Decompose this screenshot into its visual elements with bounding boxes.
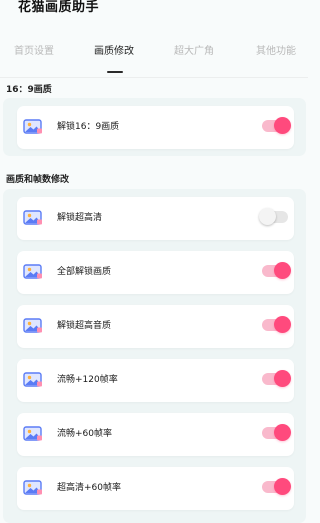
toggle-knob (274, 478, 291, 495)
tab-home-settings[interactable]: 首页设置 (14, 45, 54, 59)
toggle-switch[interactable] (262, 316, 291, 333)
toggle-switch[interactable] (262, 370, 291, 387)
setting-label: 流畅+120帧率 (57, 375, 118, 385)
tab-bar: 首页设置 画质修改 超大广角 其他功能 (0, 40, 308, 74)
section-title-quality-fps: 画质和帧数修改 (6, 175, 70, 185)
setting-label: 全部解锁画质 (57, 267, 112, 277)
toggle-switch[interactable] (262, 117, 291, 134)
setting-row-unlock-hq-audio[interactable]: 解锁超高音质 (17, 305, 294, 348)
image-icon (23, 317, 43, 335)
setting-row-unlock-uhd[interactable]: 解锁超高清 (17, 197, 294, 240)
setting-label: 流畅+60帧率 (57, 429, 112, 439)
toggle-knob (274, 370, 291, 387)
tab-other-functions[interactable]: 其他功能 (256, 45, 296, 59)
toggle-switch[interactable] (259, 208, 288, 225)
image-icon (23, 479, 43, 497)
image-icon (23, 371, 43, 389)
tab-divider (0, 77, 308, 78)
toggle-knob (274, 316, 291, 333)
image-icon (23, 209, 43, 227)
setting-row-unlock-all-quality[interactable]: 全部解锁画质 (17, 251, 294, 294)
toggle-switch[interactable] (262, 478, 291, 495)
toggle-knob (259, 208, 276, 225)
setting-row-smooth-60fps[interactable]: 流畅+60帧率 (17, 413, 294, 456)
app-title: 花猫画质助手 (18, 0, 100, 15)
tab-wide-angle[interactable]: 超大广角 (174, 45, 214, 59)
setting-row-unlock-16-9[interactable]: 解锁16：9画质 (17, 106, 294, 149)
setting-label: 解锁超高清 (57, 213, 103, 223)
setting-row-uhd-60fps[interactable]: 超高清+60帧率 (17, 467, 294, 510)
toggle-knob (274, 424, 291, 441)
image-icon (23, 425, 43, 443)
tab-quality-edit[interactable]: 画质修改 (94, 45, 134, 59)
setting-label: 超高清+60帧率 (57, 483, 121, 493)
section-title-16-9: 16：9画质 (6, 85, 52, 95)
setting-label: 解锁超高音质 (57, 321, 112, 331)
toggle-knob (274, 117, 291, 134)
toggle-knob (274, 262, 291, 279)
image-icon (23, 118, 43, 136)
toggle-switch[interactable] (262, 262, 291, 279)
tab-active-indicator (107, 71, 123, 73)
toggle-switch[interactable] (262, 424, 291, 441)
image-icon (23, 263, 43, 281)
setting-row-smooth-120fps[interactable]: 流畅+120帧率 (17, 359, 294, 402)
setting-label: 解锁16：9画质 (57, 122, 120, 132)
